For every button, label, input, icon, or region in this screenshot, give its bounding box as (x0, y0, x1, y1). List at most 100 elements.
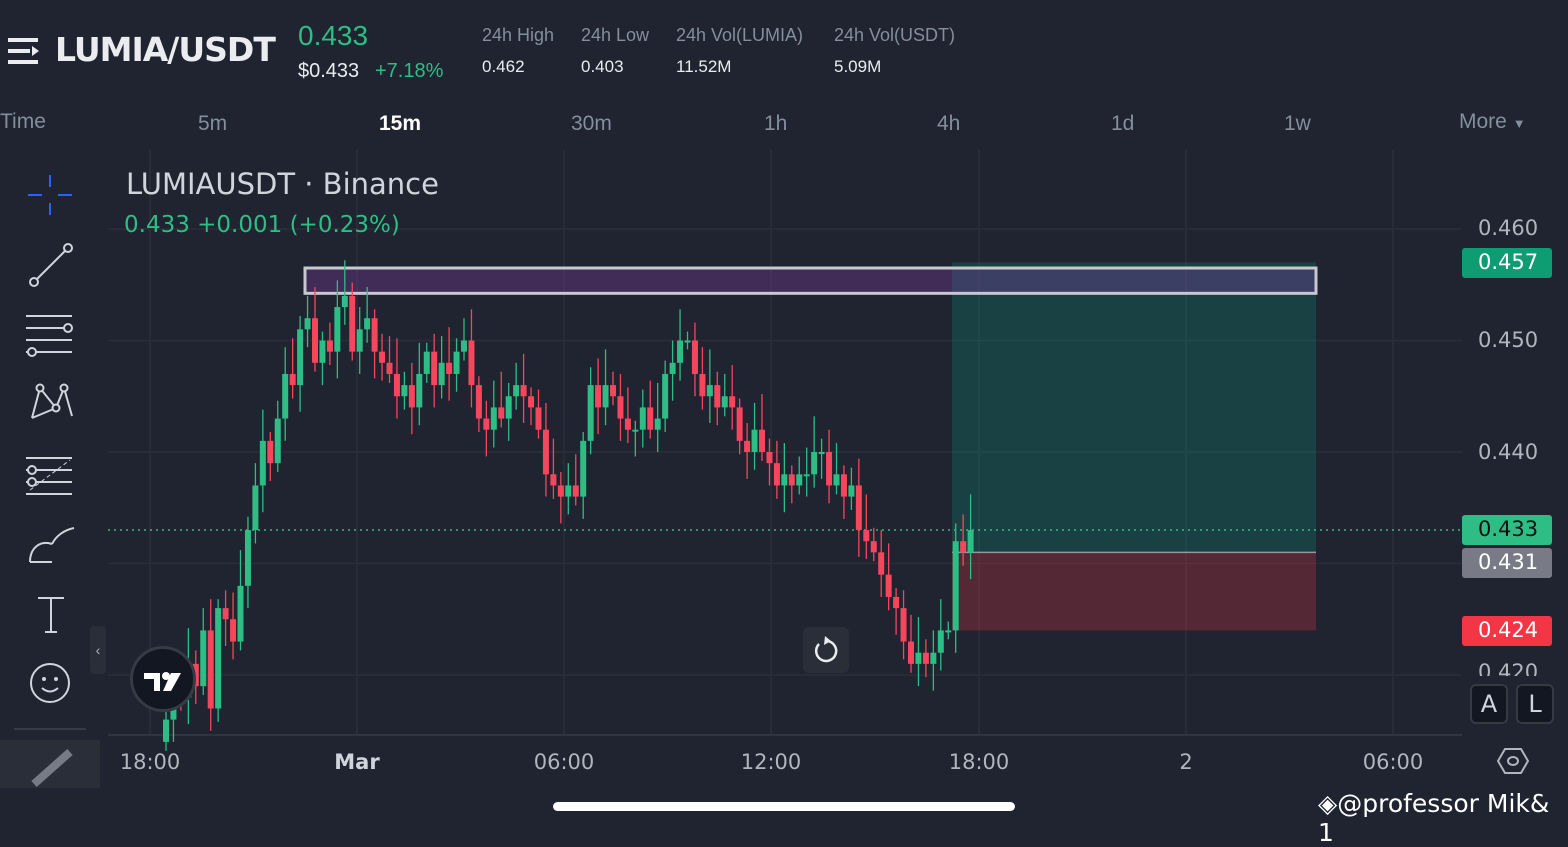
candle-body (393, 373, 400, 397)
crosshair-icon[interactable] (22, 170, 78, 220)
settings-hex-icon[interactable] (1496, 746, 1530, 781)
candle-body (274, 418, 281, 464)
candle-body (818, 452, 825, 454)
candle-body (364, 318, 371, 330)
candle-body (408, 385, 415, 408)
stop-price-tag: 0.424 (1462, 616, 1552, 646)
candle-body (304, 318, 311, 330)
candle-body (714, 385, 721, 408)
emoji-icon[interactable] (22, 658, 78, 708)
candle-body (244, 530, 251, 586)
candle-body (446, 362, 453, 374)
candle-body (699, 373, 706, 397)
candle-body (781, 474, 788, 486)
candle-body (572, 485, 579, 497)
candle-body (617, 396, 624, 419)
text-icon[interactable] (22, 590, 78, 640)
binance-logo-icon: ◈ (1318, 789, 1338, 818)
candle-body (930, 652, 937, 664)
x-tick: Mar (334, 750, 380, 774)
x-tick: 06:00 (533, 750, 595, 774)
trend-line-icon[interactable] (22, 240, 78, 290)
candle-body (833, 474, 840, 486)
x-tick: 18:00 (948, 750, 1010, 774)
candle-body (691, 340, 698, 374)
horizontal-lines-icon[interactable] (22, 310, 78, 360)
y-tick: 0.420 (1478, 660, 1539, 676)
candle-body (893, 596, 900, 609)
candle-body (520, 385, 527, 397)
candle-body (505, 396, 512, 419)
candle-body (848, 485, 855, 497)
candle-body (237, 585, 244, 642)
candle-body (788, 474, 795, 486)
ohlc-summary: 0.433 +0.001 (+0.23%) (124, 212, 400, 238)
supply-zone-rect (303, 266, 1318, 295)
candle-body (908, 641, 914, 664)
candle-body (855, 485, 862, 531)
candle-body (945, 630, 952, 633)
candle-body (624, 418, 631, 430)
candle-body (416, 373, 423, 408)
candle-body (341, 295, 348, 308)
x-tick: 2 (1179, 750, 1193, 774)
candle-body (736, 407, 743, 441)
candle-body (282, 373, 289, 419)
candle-body (423, 351, 430, 374)
tradingview-logo[interactable] (130, 646, 196, 712)
candle-body (542, 429, 549, 475)
candle-body (937, 630, 944, 653)
candle-body (215, 608, 222, 709)
candle-body (326, 340, 333, 352)
x-tick: 12:00 (740, 750, 802, 774)
y-tick: 0.440 (1478, 440, 1539, 464)
candle-body (900, 608, 907, 642)
candle-body (878, 552, 885, 575)
candle-body (706, 385, 713, 397)
candle-body (163, 719, 169, 742)
candle-body (252, 485, 259, 531)
candle-body (669, 362, 676, 374)
candle-body (915, 652, 922, 664)
candle-body (297, 329, 304, 386)
candle-body (461, 340, 467, 352)
price-chart[interactable] (0, 0, 1568, 828)
candle-body (259, 440, 266, 486)
entry-price-tag: 0.431 (1462, 548, 1552, 578)
watermark-text: @professor Mik& 1 (1318, 789, 1550, 847)
candle-body (289, 373, 296, 386)
fib-retracement-icon[interactable] (22, 450, 78, 500)
candle-body (863, 530, 870, 542)
watermark: ◈@professor Mik& 1 (1318, 789, 1568, 847)
candle-body (811, 452, 818, 475)
collapse-toolbar-button[interactable]: ‹ (90, 626, 106, 674)
candle-body (483, 418, 490, 430)
candle-body (721, 396, 728, 408)
auto-scale-button[interactable]: A (1470, 684, 1508, 724)
y-tick: 0.460 (1478, 216, 1539, 240)
reset-chart-button[interactable] (803, 627, 849, 673)
target-price-tag: 0.457 (1462, 248, 1552, 278)
candle-body (654, 418, 661, 430)
candle-body (773, 463, 780, 486)
candle-body (557, 485, 564, 497)
candle-body (528, 396, 535, 408)
candle-body (632, 429, 639, 432)
candle-body (759, 429, 765, 452)
candle-body (684, 340, 691, 343)
candle-body (677, 340, 684, 363)
candle-body (453, 351, 460, 374)
brush-icon[interactable] (22, 520, 78, 570)
candle-body (610, 385, 616, 397)
ruler-button[interactable] (0, 740, 100, 788)
candle-body (356, 329, 363, 352)
home-indicator (553, 802, 1015, 811)
candle-body (386, 362, 393, 374)
candle-body (922, 652, 929, 664)
candle-body (438, 362, 445, 386)
candles (163, 260, 974, 751)
candle-body (729, 396, 736, 408)
log-scale-button[interactable]: L (1516, 684, 1554, 724)
profit-zone (952, 262, 1316, 553)
pattern-icon[interactable] (22, 378, 78, 428)
